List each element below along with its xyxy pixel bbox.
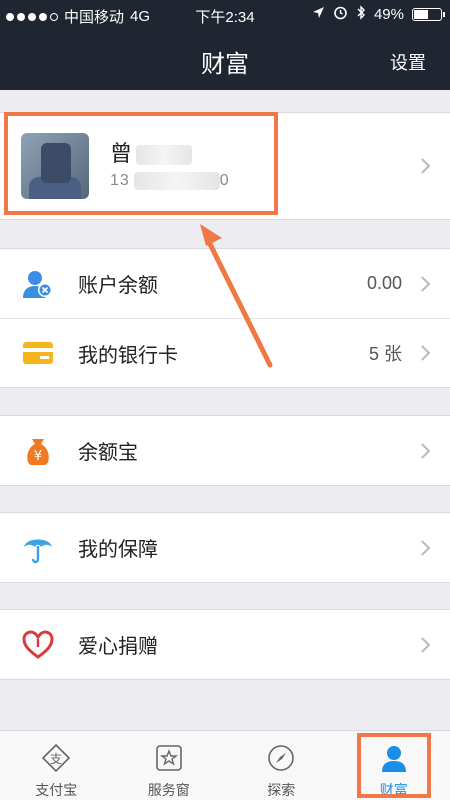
star-window-icon	[154, 743, 184, 773]
heart-icon	[22, 629, 54, 661]
page-title: 财富	[201, 51, 249, 78]
bank-card-count: 5 张	[368, 344, 402, 364]
charity-group: 爱心捐赠	[0, 609, 450, 680]
svg-text:¥: ¥	[34, 449, 42, 464]
insurance-group: 我的保障	[0, 512, 450, 583]
battery-percent: 49%	[373, 6, 404, 23]
tab-explore-label: 探索	[267, 782, 296, 798]
compass-icon	[266, 743, 296, 773]
money-bag-icon: ¥	[22, 435, 54, 467]
location-icon	[312, 6, 325, 23]
user-balance-icon	[22, 268, 54, 300]
insurance-label: 我的保障	[78, 539, 158, 561]
battery-icon	[412, 8, 445, 21]
alipay-icon: 支	[41, 743, 71, 773]
svg-text:支: 支	[50, 752, 62, 766]
balance-value: 0.00	[366, 273, 402, 293]
alarm-icon	[333, 5, 348, 24]
bank-card-label: 我的银行卡	[78, 344, 178, 367]
yuebao-group: ¥ 余额宝	[0, 415, 450, 486]
balance-label: 账户余额	[78, 275, 158, 297]
chevron-right-icon	[414, 275, 431, 292]
tab-alipay-label: 支付宝	[35, 782, 78, 798]
annotation-highlight-profile	[4, 112, 278, 215]
annotation-arrow-icon	[200, 224, 273, 368]
chevron-right-icon	[414, 158, 431, 174]
chevron-right-icon	[414, 636, 431, 653]
list-item-charity[interactable]: 爱心捐赠	[0, 610, 450, 679]
tab-alipay[interactable]: 支 支付宝	[0, 731, 113, 800]
umbrella-icon	[22, 532, 54, 564]
bank-card-icon	[22, 337, 54, 369]
annotation-highlight-wealth-tab	[357, 733, 431, 798]
chevron-right-icon	[414, 345, 431, 361]
chevron-right-icon	[414, 442, 431, 459]
tab-service[interactable]: 服务窗	[113, 731, 226, 800]
list-item-yuebao[interactable]: ¥ 余额宝	[0, 416, 450, 485]
nav-bar: 财富 设置	[0, 30, 450, 90]
charity-label: 爱心捐赠	[78, 636, 158, 658]
status-right: 49%	[312, 5, 445, 24]
chevron-right-icon	[414, 539, 431, 556]
yuebao-label: 余额宝	[78, 442, 138, 464]
status-bar: 中国移动 4G 下午2:34 49%	[0, 0, 450, 30]
list-item-insurance[interactable]: 我的保障	[0, 513, 450, 582]
tab-explore[interactable]: 探索	[225, 731, 338, 800]
tab-service-label: 服务窗	[147, 782, 190, 798]
settings-button[interactable]: 设置	[390, 49, 426, 75]
bluetooth-icon	[356, 5, 366, 24]
